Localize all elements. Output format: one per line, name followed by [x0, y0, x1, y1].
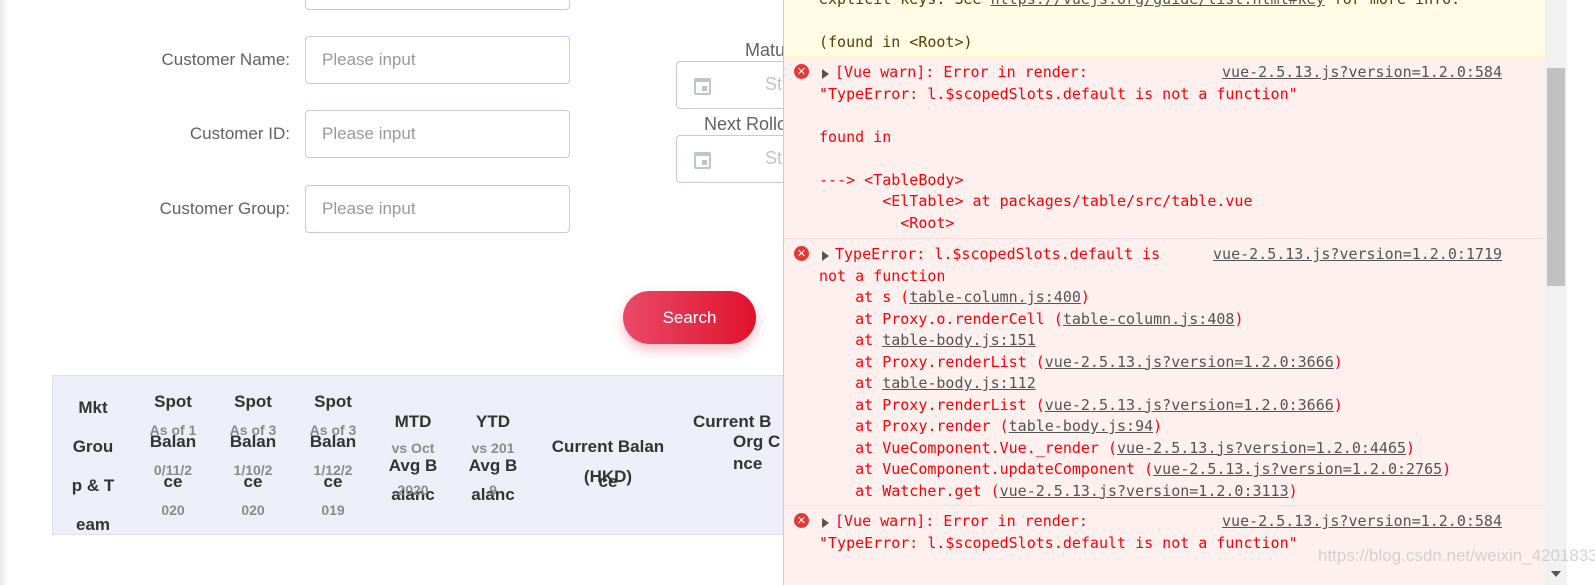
warning-line-2: (found in <Root>): [819, 33, 973, 51]
error-line: ---> <TableBody>: [819, 170, 964, 189]
warning-line-1: explicit keys. See https://vuejs.org/gui…: [819, 0, 1460, 11]
stack-frame: at table-body.js:112: [855, 374, 1036, 392]
next-rollover-label: Next Rollo: [704, 114, 788, 134]
stack-frame: at Watcher.get (vue-2.5.13.js?version=1.…: [855, 481, 1298, 500]
maturity-placeholder: St: [765, 74, 783, 94]
stack-frame: at Proxy.render (table-body.js:94): [855, 417, 1163, 435]
error-line: not a function: [819, 266, 946, 285]
customer-id-label: Customer ID:: [189, 124, 290, 143]
header-ytd[interactable]: YTD vs 201: [453, 412, 533, 456]
header-spot-title: ce: [243, 472, 263, 491]
warning-link[interactable]: https://vuejs.org/guide/list.html#key: [991, 0, 1325, 8]
expand-triangle-icon[interactable]: [822, 251, 829, 261]
stack-frame: at table-body.js:151: [855, 331, 1036, 349]
error-line: TypeError: l.$scopedSlots.default is: [835, 245, 1161, 263]
header-spot-title: Balan: [149, 432, 197, 451]
page-edge: [0, 0, 8, 585]
calendar-icon: [694, 78, 711, 95]
error-line: "TypeError: l.$scopedSlots.default is no…: [819, 84, 1298, 103]
stack-frame: at VueComponent.Vue._render (vue-2.5.13.…: [855, 438, 1416, 457]
stack-frame: at s (table-column.js:400): [855, 288, 1090, 306]
scrollbar-thumb[interactable]: [1547, 68, 1565, 286]
stack-frame: at Proxy.renderList (vue-2.5.13.js?versi…: [855, 352, 1343, 371]
console-error: ✕ vue-2.5.13.js?version=1.2.0:1719 TypeEr…: [784, 239, 1545, 506]
stack-frame-link[interactable]: table-column.js:400: [909, 288, 1081, 306]
next-rollover-placeholder: St: [765, 148, 783, 168]
console-error: ✕ vue-2.5.13.js?version=1.2.0:584 [Vue wa…: [784, 57, 1545, 239]
customer-group-label: Customer Group:: [159, 199, 290, 218]
stack-frame: at Proxy.renderList (vue-2.5.13.js?versi…: [855, 395, 1343, 414]
header-mtd-sub: 2020: [397, 482, 429, 498]
header-spot-sub: 020: [241, 502, 265, 518]
stack-frame-link[interactable]: vue-2.5.13.js?version=1.2.0:3666: [1045, 396, 1334, 414]
stack-frame-link[interactable]: table-column.js:408: [1063, 310, 1235, 328]
header-mtd[interactable]: MTD vs Oct: [373, 412, 453, 456]
stack-frame-link[interactable]: table-body.js:112: [882, 374, 1036, 392]
error-line: "TypeError: l.$scopedSlots.default is no…: [819, 533, 1298, 552]
stack-frame-link[interactable]: table-body.js:151: [882, 331, 1036, 349]
stack-frame: at VueComponent.updateComponent (vue-2.5…: [855, 460, 1452, 478]
header-spot-title: Balan: [309, 432, 357, 451]
error-line: <ElTable> at packages/table/src/table.vu…: [819, 192, 1253, 210]
console-warning: explicit keys. See https://vuejs.org/gui…: [784, 0, 1545, 57]
table-header: Mkt Grou p & Team Spot As of 1 Balan 0/11/…: [52, 375, 792, 535]
next-rollover-date-picker[interactable]: St: [676, 135, 796, 183]
header-mtd-title: Avg Balanc: [388, 456, 438, 504]
header-spot-balance[interactable]: Spot: [293, 392, 373, 412]
search-button[interactable]: Search: [623, 291, 756, 344]
customer-name-input[interactable]: Please input: [305, 36, 570, 84]
header-spot-balance[interactable]: Spot: [133, 392, 213, 412]
header-spot-title: Balan: [229, 432, 277, 451]
stack-frame-link[interactable]: vue-2.5.13.js?version=1.2.0:4465: [1117, 439, 1406, 457]
header-spot-sub: 020: [161, 502, 185, 518]
error-line: [Vue warn]: Error in render:: [835, 63, 1088, 81]
error-line: found in: [819, 127, 892, 146]
header-spot-balance[interactable]: Spot: [213, 392, 293, 412]
customer-group-input[interactable]: Please input: [305, 185, 570, 233]
expand-triangle-icon[interactable]: [822, 518, 829, 528]
header-spot-sub: 019: [321, 502, 345, 518]
error-source-link[interactable]: vue-2.5.13.js?version=1.2.0:584: [1222, 62, 1502, 84]
stack-frame: at Proxy.o.renderCell (table-column.js:4…: [855, 309, 1244, 328]
header-ytd-title: Avg Balanc: [468, 456, 518, 504]
error-icon: ✕: [794, 246, 809, 261]
error-source-link[interactable]: vue-2.5.13.js?version=1.2.0:1719: [1213, 244, 1502, 266]
header-org-nce: nce: [733, 454, 763, 473]
header-spot-title: ce: [163, 472, 183, 491]
header-current-balance-ce: ce: [598, 472, 618, 491]
calendar-icon: [694, 152, 711, 169]
header-ytd-sub: 9: [489, 482, 497, 498]
expand-triangle-icon[interactable]: [822, 69, 829, 79]
devtools-console: explicit keys. See https://vuejs.org/gui…: [783, 0, 1545, 585]
scroll-down-arrow-icon[interactable]: [1551, 571, 1561, 577]
error-line: [Vue warn]: Error in render:: [835, 512, 1088, 530]
top-input[interactable]: [305, 0, 570, 10]
error-source-link[interactable]: vue-2.5.13.js?version=1.2.0:584: [1222, 511, 1502, 533]
error-line: <Root>: [819, 213, 955, 232]
stack-frame-link[interactable]: table-body.js:94: [1009, 417, 1154, 435]
watermark: https://blog.csdn.net/weixin_42018331: [1318, 546, 1595, 565]
stack-frame-link[interactable]: vue-2.5.13.js?version=1.2.0:3666: [1045, 353, 1334, 371]
stack-frame-link[interactable]: vue-2.5.13.js?version=1.2.0:3113: [1000, 482, 1289, 500]
customer-name-label: Customer Name:: [161, 50, 290, 69]
header-spot-title: ce: [323, 472, 343, 491]
error-icon: ✕: [794, 513, 809, 528]
maturity-date-picker[interactable]: St: [676, 61, 796, 109]
stack-frame-link[interactable]: vue-2.5.13.js?version=1.2.0:2765: [1153, 460, 1442, 478]
error-icon: ✕: [794, 64, 809, 79]
header-mkt-group-team[interactable]: Mkt Grou p & Team: [53, 388, 133, 544]
customer-id-input[interactable]: Please input: [305, 110, 570, 158]
